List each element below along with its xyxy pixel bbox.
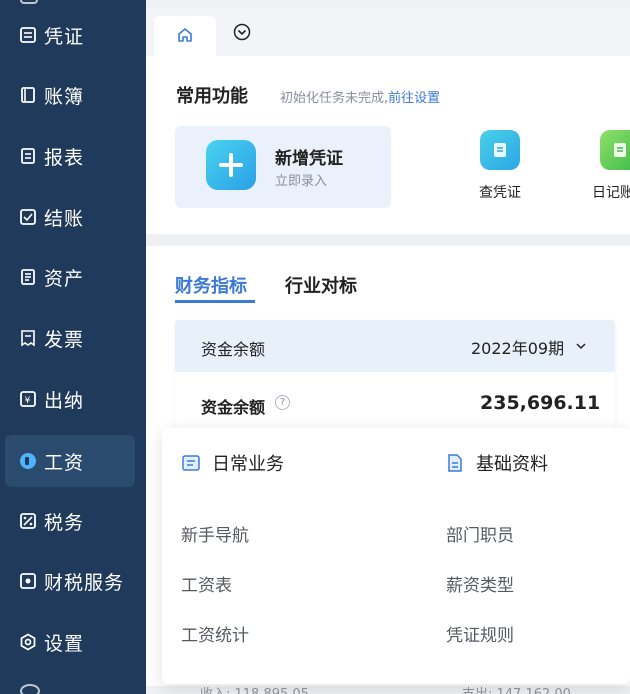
sidebar-item-ledger[interactable]: 账簿 bbox=[0, 69, 146, 121]
sidebar-item-closing[interactable]: 结账 bbox=[0, 191, 146, 243]
salary-quick-menu: 日常业务 基础资料 新手导航 工资表 工资统计 部门职员 薪资类型 凭证规则 bbox=[162, 428, 630, 684]
basic-data-label: 基础资料 bbox=[476, 454, 548, 475]
home-icon bbox=[176, 26, 194, 48]
service-icon bbox=[18, 571, 38, 591]
tab-home[interactable] bbox=[154, 16, 216, 58]
link-departments[interactable]: 部门职员 bbox=[446, 521, 514, 546]
salary-icon bbox=[18, 451, 38, 471]
basic-data-section: 基础资料 bbox=[444, 450, 548, 476]
sidebar-item-label: 税务 bbox=[44, 511, 85, 534]
sidebar-item-label: 财税服务 bbox=[44, 571, 125, 594]
sidebar-item-label: 工资 bbox=[44, 451, 85, 474]
sidebar-item-label: 账簿 bbox=[44, 85, 85, 108]
common-functions-title: 常用功能 bbox=[176, 86, 248, 107]
view-voucher-label: 查凭证 bbox=[479, 185, 521, 201]
add-voucher-button[interactable]: 新增凭证 立即录入 bbox=[175, 126, 391, 208]
settings-icon bbox=[18, 632, 38, 652]
sidebar-item-asset[interactable]: 资产 bbox=[0, 251, 146, 303]
invoice-icon bbox=[18, 328, 38, 348]
tab-financial-indicators[interactable]: 财务指标 bbox=[175, 272, 247, 298]
tax-icon bbox=[18, 511, 38, 531]
closing-icon bbox=[18, 207, 38, 227]
fund-balance-header: 资金余额 2022年09期 bbox=[175, 320, 615, 372]
help-icon[interactable]: ? bbox=[275, 395, 290, 410]
sidebar-item-invoice[interactable]: 发票 bbox=[0, 312, 146, 364]
link-voucher-rules[interactable]: 凭证规则 bbox=[446, 621, 514, 646]
chevron-down-circle-icon bbox=[233, 23, 251, 45]
link-salary-stats[interactable]: 工资统计 bbox=[181, 621, 249, 646]
expense-peek: 支出: 147,162.00 bbox=[462, 683, 571, 694]
period-select[interactable]: 2022年09期 bbox=[471, 335, 564, 359]
init-notice: 初始化任务未完成,前往设置 bbox=[280, 87, 440, 106]
chevron-down-icon[interactable] bbox=[575, 337, 587, 356]
fund-balance-value: 235,696.11 bbox=[480, 392, 601, 414]
sidebar-item-voucher[interactable]: 凭证 bbox=[0, 9, 146, 61]
income-peek: 收入: 118,895.05 bbox=[200, 683, 309, 694]
sidebar-item-label: 出纳 bbox=[44, 389, 85, 412]
cashier-icon: ¥ bbox=[18, 389, 38, 409]
link-salary-types[interactable]: 薪资类型 bbox=[446, 571, 514, 596]
add-voucher-sub: 立即录入 bbox=[275, 174, 328, 189]
daily-business-section: 日常业务 bbox=[180, 450, 284, 476]
sidebar-item-service[interactable]: 财税服务 bbox=[0, 555, 146, 607]
sidebar-item-label: 发票 bbox=[44, 328, 85, 351]
voucher-icon bbox=[18, 25, 38, 45]
fund-balance-panel: 资金余额 2022年09期 资金余额 ? 235,696.11 bbox=[175, 320, 615, 432]
link-beginner-guide[interactable]: 新手导航 bbox=[181, 521, 249, 546]
journal-label: 日记账 bbox=[592, 185, 630, 201]
journal-button[interactable]: 日记账 bbox=[592, 130, 630, 202]
link-salary-sheet[interactable]: 工资表 bbox=[181, 571, 232, 596]
common-functions-card: 常用功能 初始化任务未完成,前往设置 新增凭证 立即录入 查凭证 日记账 bbox=[146, 56, 630, 234]
sidebar-item-salary[interactable]: 工资 bbox=[5, 435, 135, 487]
view-voucher-icon bbox=[480, 130, 520, 170]
sidebar-peek-icon bbox=[20, 0, 38, 4]
daily-business-icon bbox=[180, 452, 202, 474]
tab-more-button[interactable] bbox=[230, 22, 254, 46]
add-voucher-label: 新增凭证 bbox=[275, 149, 343, 169]
daily-business-label: 日常业务 bbox=[212, 454, 284, 475]
ledger-icon bbox=[18, 85, 38, 105]
go-settings-link[interactable]: 前往设置 bbox=[388, 91, 440, 106]
fund-header-label: 资金余额 bbox=[201, 340, 266, 359]
journal-icon bbox=[600, 130, 630, 170]
init-notice-text: 初始化任务未完成, bbox=[280, 91, 389, 106]
sidebar-item-cashier[interactable]: ¥ 出纳 bbox=[0, 373, 146, 425]
sidebar-item-label: 设置 bbox=[44, 632, 85, 655]
tab-strip bbox=[146, 8, 630, 58]
sidebar-item-tax[interactable]: 税务 bbox=[0, 495, 146, 547]
sidebar-item-settings[interactable]: 设置 bbox=[0, 616, 146, 668]
fund-balance-label: 资金余额 bbox=[201, 398, 266, 417]
report-icon bbox=[18, 146, 38, 166]
plus-icon bbox=[206, 140, 256, 190]
view-voucher-button[interactable]: 查凭证 bbox=[470, 130, 530, 202]
sidebar-item-label: 资产 bbox=[44, 267, 85, 290]
basic-data-icon bbox=[444, 452, 466, 474]
sidebar: 凭证 账簿 报表 结账 资产 发票 ¥ 出纳 工资 税务 财税服务 设置 bbox=[0, 0, 146, 694]
sidebar-item-label: 报表 bbox=[44, 146, 85, 169]
sidebar-item-label: 结账 bbox=[44, 207, 85, 230]
sidebar-item-report[interactable]: 报表 bbox=[0, 130, 146, 182]
sidebar-peek-bottom-icon bbox=[20, 684, 40, 694]
asset-icon bbox=[18, 267, 38, 287]
sidebar-item-label: 凭证 bbox=[44, 25, 85, 48]
svg-text:¥: ¥ bbox=[25, 396, 32, 406]
active-tab-underline bbox=[175, 300, 255, 303]
tab-industry-benchmark[interactable]: 行业对标 bbox=[285, 272, 357, 298]
